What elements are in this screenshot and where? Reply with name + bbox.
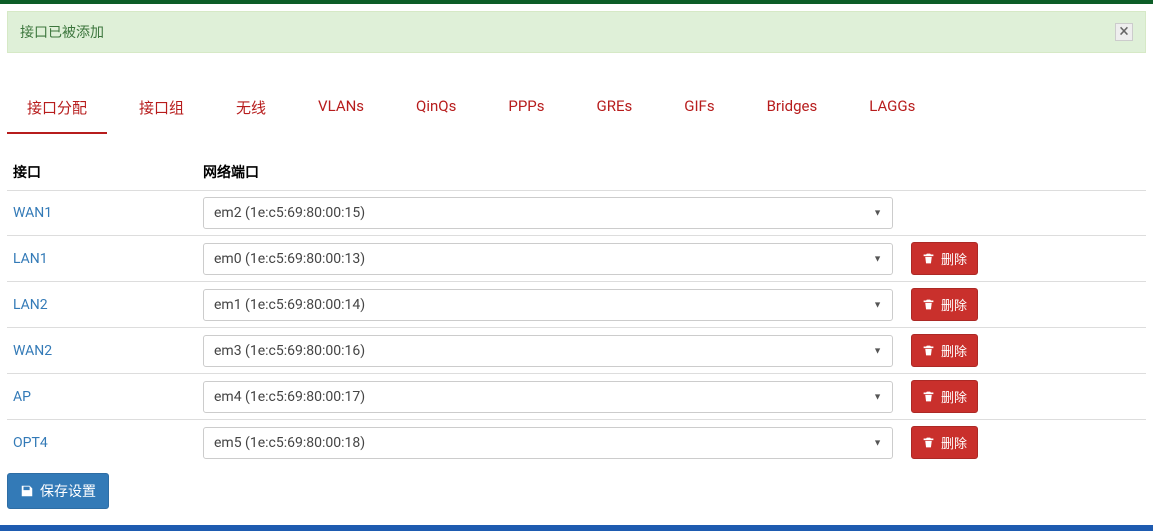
table-row: LAN1 em0 (1e:c5:69:80:00:13) 删除 <box>7 236 1146 282</box>
port-select[interactable]: em3 (1e:c5:69:80:00:16) <box>203 335 893 367</box>
port-select-value: em1 (1e:c5:69:80:00:14) <box>214 297 365 313</box>
delete-button[interactable]: 删除 <box>911 380 978 413</box>
port-select[interactable]: em4 (1e:c5:69:80:00:17) <box>203 381 893 413</box>
table-row: OPT4 em5 (1e:c5:69:80:00:18) 删除 <box>7 420 1146 466</box>
interface-link[interactable]: LAN1 <box>13 251 48 267</box>
table-row: WAN1 em2 (1e:c5:69:80:00:15) <box>7 191 1146 236</box>
port-select[interactable]: em0 (1e:c5:69:80:00:13) <box>203 243 893 275</box>
tab-9[interactable]: LAGGs <box>849 83 935 134</box>
success-alert: 接口已被添加 × <box>7 11 1146 53</box>
col-port-header: 网络端口 <box>197 154 899 191</box>
table-row: LAN2 em1 (1e:c5:69:80:00:14) 删除 <box>7 282 1146 328</box>
alert-message: 接口已被添加 <box>20 22 104 42</box>
delete-button[interactable]: 删除 <box>911 426 978 459</box>
interface-link[interactable]: WAN1 <box>13 205 52 221</box>
delete-button[interactable]: 删除 <box>911 334 978 367</box>
trash-icon <box>922 298 935 311</box>
tab-7[interactable]: GIFs <box>664 83 734 134</box>
table-row: AP em4 (1e:c5:69:80:00:17) 删除 <box>7 374 1146 420</box>
close-icon[interactable]: × <box>1115 23 1133 41</box>
col-interface-header: 接口 <box>7 154 197 191</box>
tab-5[interactable]: PPPs <box>488 83 564 134</box>
port-select[interactable]: em5 (1e:c5:69:80:00:18) <box>203 427 893 459</box>
col-actions-header <box>899 154 1146 191</box>
trash-icon <box>922 436 935 449</box>
bottom-accent-bar <box>0 525 1153 531</box>
port-select-value: em5 (1e:c5:69:80:00:18) <box>214 435 365 451</box>
interface-link[interactable]: OPT4 <box>13 435 48 451</box>
tabs: 接口分配接口组无线VLANsQinQsPPPs GREsGIFs BridgesLA… <box>0 83 1153 134</box>
delete-button[interactable]: 删除 <box>911 242 978 275</box>
port-select-value: em0 (1e:c5:69:80:00:13) <box>214 251 365 267</box>
interface-link[interactable]: WAN2 <box>13 343 52 359</box>
trash-icon <box>922 390 935 403</box>
top-accent-bar <box>0 0 1153 4</box>
interfaces-table: 接口 网络端口 WAN1 em2 (1e:c5:69:80:00:15) LAN1 e… <box>7 154 1146 465</box>
delete-button-label: 删除 <box>941 249 967 268</box>
trash-icon <box>922 252 935 265</box>
trash-icon <box>922 344 935 357</box>
save-icon <box>20 484 34 498</box>
delete-button-label: 删除 <box>941 295 967 314</box>
tab-8[interactable]: Bridges <box>747 83 838 134</box>
port-select-value: em3 (1e:c5:69:80:00:16) <box>214 343 365 359</box>
tab-4[interactable]: QinQs <box>396 83 476 134</box>
port-select-value: em4 (1e:c5:69:80:00:17) <box>214 389 365 405</box>
save-button-label: 保存设置 <box>40 481 96 501</box>
port-select[interactable]: em1 (1e:c5:69:80:00:14) <box>203 289 893 321</box>
delete-button-label: 删除 <box>941 433 967 452</box>
port-select[interactable]: em2 (1e:c5:69:80:00:15) <box>203 197 893 229</box>
tab-2[interactable]: 无线 <box>216 83 286 134</box>
tab-0[interactable]: 接口分配 <box>7 83 107 134</box>
delete-button[interactable]: 删除 <box>911 288 978 321</box>
interface-link[interactable]: AP <box>13 389 31 405</box>
table-row: WAN2 em3 (1e:c5:69:80:00:16) 删除 <box>7 328 1146 374</box>
tab-3[interactable]: VLANs <box>298 83 384 134</box>
save-button[interactable]: 保存设置 <box>7 473 109 509</box>
tab-6[interactable]: GREs <box>577 83 653 134</box>
delete-button-label: 删除 <box>941 341 967 360</box>
tab-1[interactable]: 接口组 <box>119 83 204 134</box>
delete-button-label: 删除 <box>941 387 967 406</box>
interface-link[interactable]: LAN2 <box>13 297 48 313</box>
port-select-value: em2 (1e:c5:69:80:00:15) <box>214 205 365 221</box>
